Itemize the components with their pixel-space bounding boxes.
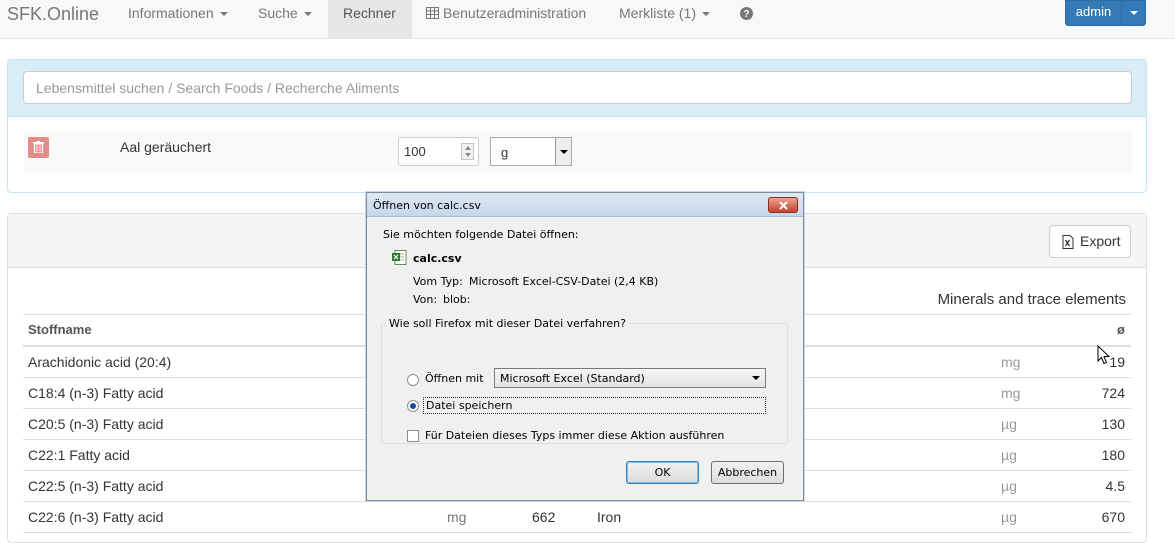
selected-food-row: Aal geräuchert 100 g: [24, 132, 1132, 172]
save-file-radio[interactable]: [407, 400, 419, 412]
ok-button[interactable]: OK: [626, 461, 699, 484]
mineral-value: 19: [1109, 354, 1125, 370]
admin-user-button[interactable]: admin: [1065, 0, 1146, 26]
table-icon: [426, 7, 439, 19]
mineral-unit: µg: [1001, 478, 1017, 494]
delete-food-button[interactable]: [28, 137, 49, 158]
export-button[interactable]: Export: [1049, 225, 1131, 258]
nutrient-unit: mg: [447, 509, 467, 525]
excel-file-icon: [392, 250, 407, 265]
caret-down-icon: [303, 12, 312, 17]
nav-help[interactable]: ?: [730, 0, 764, 38]
cancel-button[interactable]: Abbrechen: [711, 461, 784, 484]
export-label: Export: [1080, 233, 1121, 249]
caret-down-icon: [219, 12, 228, 17]
always-do-this-checkbox[interactable]: [407, 430, 419, 442]
mineral-value: 130: [1101, 416, 1125, 432]
nav-benutzeradministration[interactable]: Benutzeradministration: [413, 0, 605, 38]
caret-down-icon[interactable]: [1130, 11, 1138, 15]
nutrient-name: C20:5 (n-3) Fatty acid: [28, 416, 164, 432]
mineral-value: 670: [1101, 509, 1125, 525]
mineral-value: 4.5: [1105, 478, 1125, 494]
caret-down-icon: [702, 12, 711, 17]
food-name: Aal geräuchert: [120, 139, 212, 155]
open-with-app-select[interactable]: Microsoft Excel (Standard): [494, 368, 766, 388]
export-file-icon: [1062, 235, 1074, 249]
quantity-value: 100: [404, 144, 426, 159]
section-title: Minerals and trace elements: [937, 291, 1126, 308]
chevron-down-icon: [752, 376, 760, 380]
help-icon: ?: [740, 7, 753, 20]
mineral-unit: mg: [1001, 385, 1021, 401]
dialog-title: Öffnen von calc.csv: [373, 199, 481, 212]
dialog-question: Sie möchten folgende Datei öffnen:: [383, 228, 579, 241]
column-header-name[interactable]: Stoffname: [28, 322, 92, 337]
svg-text:?: ?: [743, 9, 749, 20]
unit-select[interactable]: g: [490, 137, 572, 166]
file-type-label: Vom Typ:: [413, 275, 463, 288]
mineral-unit: µg: [1001, 416, 1017, 432]
dialog-body: Sie möchten folgende Datei öffnen: calc.…: [373, 217, 797, 495]
nav-rechner[interactable]: Rechner: [328, 0, 412, 38]
brand-logo[interactable]: SFK.Online: [7, 4, 99, 24]
spinner-arrows-icon[interactable]: [461, 143, 474, 160]
close-icon: [779, 201, 788, 210]
trash-icon: [33, 141, 44, 153]
nutrient-name: C22:5 (n-3) Fatty acid: [28, 478, 164, 494]
nutrient-value: 662: [532, 509, 556, 525]
nutrient-name: C22:1 Fatty acid: [28, 447, 130, 463]
quantity-stepper[interactable]: 100: [398, 137, 479, 166]
nutrient-name: C22:6 (n-3) Fatty acid: [28, 509, 164, 525]
mineral-value: 180: [1101, 447, 1125, 463]
open-with-label[interactable]: Öffnen mit: [425, 372, 484, 385]
mineral-value: 724: [1101, 385, 1125, 401]
unit-value: g: [501, 145, 509, 160]
nutrient-name: Arachidonic acid (20:4): [28, 354, 172, 370]
split-divider: [1121, 1, 1122, 25]
file-open-dialog: Öffnen von calc.csv Sie möchten folgende…: [366, 192, 804, 501]
nav-suche[interactable]: Suche: [245, 0, 327, 38]
table-row: C22:6 (n-3) Fatty acid mg 662 Iron µg 670: [23, 502, 1131, 533]
mineral-unit: mg: [1001, 354, 1021, 370]
open-with-radio[interactable]: [407, 374, 419, 386]
nav-informationen[interactable]: Informationen: [115, 0, 241, 38]
always-do-this-label[interactable]: Für Dateien dieses Typs immer diese Akti…: [425, 429, 724, 442]
dropdown-arrow-icon[interactable]: [555, 138, 571, 165]
food-search-input[interactable]: [23, 71, 1132, 104]
open-with-app-value: Microsoft Excel (Standard): [500, 372, 645, 385]
nutrient-name: C18:4 (n-3) Fatty acid: [28, 385, 164, 401]
mineral-name: Iron: [597, 509, 622, 525]
mineral-unit: µg: [1001, 509, 1017, 525]
column-header-average[interactable]: ø: [1117, 322, 1125, 337]
calculator-input-panel: Aal geräuchert 100 g: [7, 59, 1147, 193]
nav-merkliste[interactable]: Merkliste (1): [606, 0, 726, 38]
navbar: SFK.Online Informationen Suche Rechner B…: [0, 0, 1175, 39]
file-source-label: Von:: [413, 293, 438, 306]
dialog-close-button[interactable]: [768, 197, 798, 213]
action-group-label: Wie soll Firefox mit dieser Datei verfah…: [386, 317, 629, 330]
file-source-value: blob:: [443, 293, 471, 306]
file-name: calc.csv: [413, 252, 462, 265]
mineral-unit: µg: [1001, 447, 1017, 463]
mouse-cursor-icon: [1097, 345, 1111, 365]
save-file-label[interactable]: Datei speichern: [423, 397, 766, 414]
dialog-titlebar[interactable]: Öffnen von calc.csv: [367, 193, 803, 217]
file-type-value: Microsoft Excel-CSV-Datei (2,4 KB): [469, 275, 659, 288]
search-area: [8, 60, 1146, 117]
admin-label: admin: [1075, 4, 1112, 19]
